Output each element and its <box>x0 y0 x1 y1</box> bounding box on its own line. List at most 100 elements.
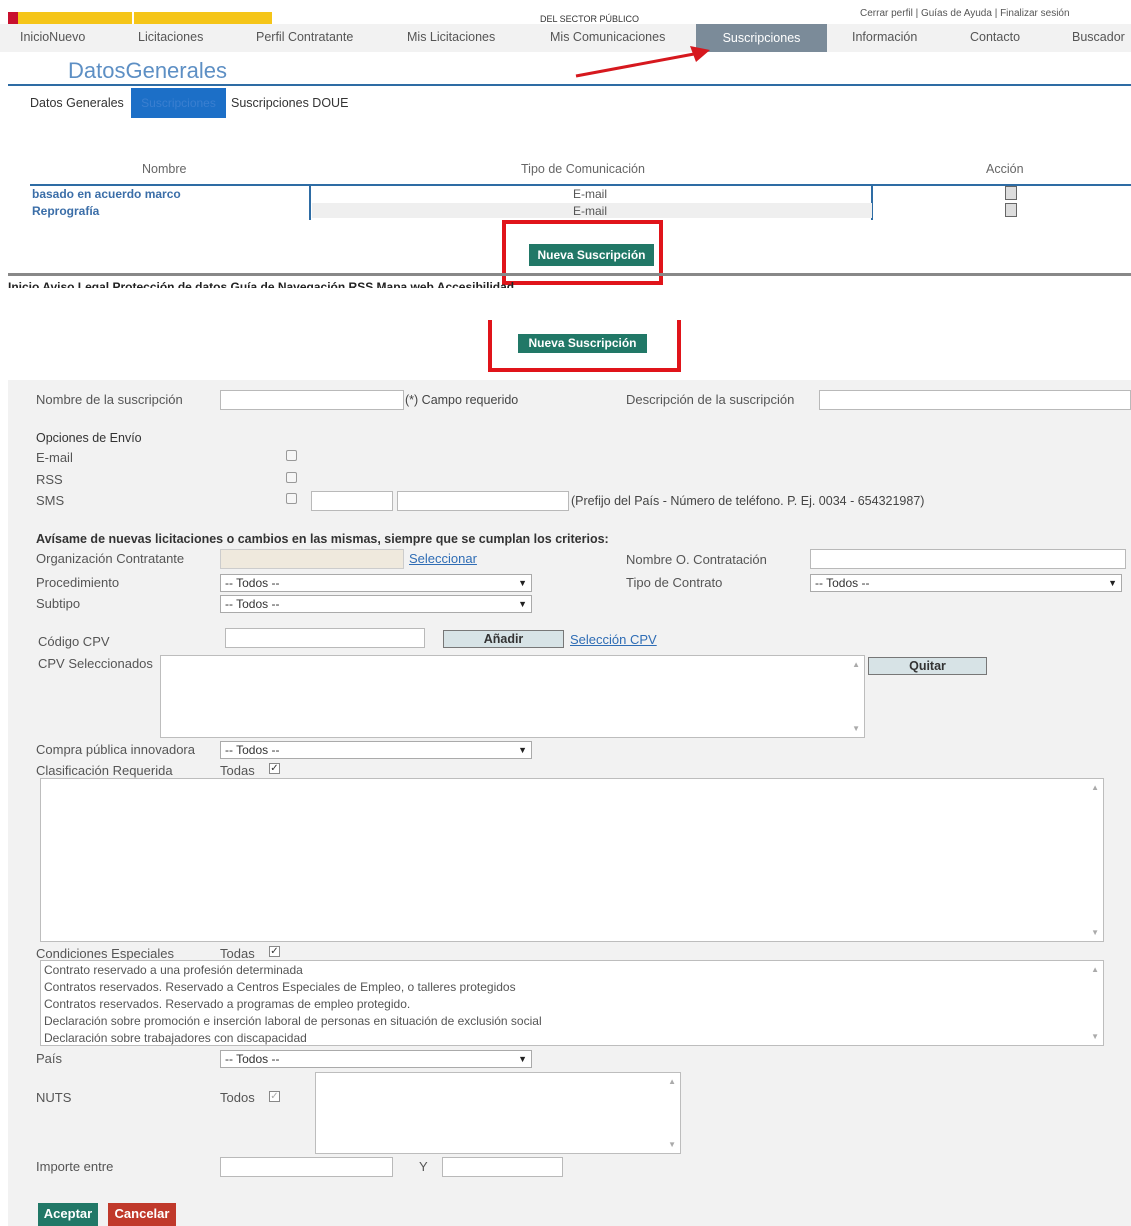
rss-checkbox[interactable] <box>286 472 297 483</box>
tipo-contrato-select[interactable]: -- Todos -- ▼ <box>810 574 1122 592</box>
procedimiento-value: -- Todos -- <box>225 576 280 590</box>
title-divider <box>8 84 1131 86</box>
scroll-up-icon[interactable]: ▲ <box>668 1077 676 1086</box>
nuts-list[interactable]: ▲ ▼ <box>315 1072 681 1154</box>
nav-mis-licitaciones[interactable]: Mis Licitaciones <box>407 30 495 44</box>
condiciones-todas-checkbox[interactable]: ✓ <box>269 946 280 957</box>
cancelar-button[interactable]: Cancelar <box>108 1203 176 1226</box>
descripcion-label: Descripción de la suscripción <box>626 392 795 407</box>
opciones-envio-heading: Opciones de Envío <box>36 431 142 445</box>
nav-perfil-contratante[interactable]: Perfil Contratante <box>256 30 353 44</box>
table-row-nombre[interactable]: Reprografía <box>32 204 99 218</box>
importe-max-input[interactable] <box>442 1157 563 1177</box>
nav-contacto[interactable]: Contacto <box>970 30 1020 44</box>
clasificacion-list[interactable]: ▲ ▼ <box>40 778 1104 942</box>
table-col-separator <box>309 186 311 220</box>
seleccionar-link[interactable]: Seleccionar <box>409 551 477 566</box>
condiciones-list[interactable]: Contrato reservado a una profesión deter… <box>40 960 1104 1046</box>
footer-links[interactable]: Inicio Aviso Legal Protección de datos G… <box>8 280 514 288</box>
scroll-up-icon[interactable]: ▲ <box>1091 783 1099 792</box>
quitar-button[interactable]: Quitar <box>868 657 987 675</box>
scroll-up-icon[interactable]: ▲ <box>852 660 860 669</box>
scroll-down-icon[interactable]: ▼ <box>1091 928 1099 937</box>
cpv-seleccionados-list[interactable]: ▲ ▼ <box>160 655 865 738</box>
list-item[interactable]: Contratos reservados. Reservado a Centro… <box>44 980 516 994</box>
list-item[interactable]: Declaración sobre promoción e inserción … <box>44 1014 542 1028</box>
dropdown-arrow-icon: ▼ <box>1108 578 1117 588</box>
scroll-down-icon[interactable]: ▼ <box>852 724 860 733</box>
clasificacion-todas-checkbox[interactable]: ✓ <box>269 763 280 774</box>
scroll-down-icon[interactable]: ▼ <box>668 1140 676 1149</box>
sms-phone-input[interactable] <box>397 491 569 511</box>
subtipo-select[interactable]: -- Todos -- ▼ <box>220 595 532 613</box>
table-row-tipo: E-mail <box>573 187 608 201</box>
dropdown-arrow-icon: ▼ <box>518 599 527 609</box>
compra-select[interactable]: -- Todos -- ▼ <box>220 741 532 759</box>
annotation-arrow-icon <box>575 46 710 78</box>
email-checkbox[interactable] <box>286 450 297 461</box>
pais-select[interactable]: -- Todos -- ▼ <box>220 1050 532 1068</box>
cpv-seleccionados-label: CPV Seleccionados <box>38 656 153 671</box>
brand-yellow-bar <box>18 12 272 24</box>
delete-icon[interactable] <box>1005 203 1017 217</box>
nuts-todos-label: Todos <box>220 1090 255 1105</box>
seleccion-cpv-link[interactable]: Selección CPV <box>570 632 657 647</box>
subtab-datos-generales[interactable]: Datos Generales <box>30 96 124 110</box>
y-label: Y <box>419 1159 428 1174</box>
nav-inicio[interactable]: InicioNuevo <box>20 30 85 44</box>
tipo-contrato-value: -- Todos -- <box>815 576 870 590</box>
subtipo-value: -- Todos -- <box>225 597 280 611</box>
dropdown-arrow-icon: ▼ <box>518 1054 527 1064</box>
sms-hint: (Prefijo del País - Número de teléfono. … <box>571 494 925 508</box>
footer-divider <box>8 273 1131 276</box>
scroll-up-icon[interactable]: ▲ <box>1091 965 1099 974</box>
nueva-suscripcion-button[interactable]: Nueva Suscripción <box>529 244 654 266</box>
importe-min-input[interactable] <box>220 1157 393 1177</box>
subtab-suscripciones-doue[interactable]: Suscripciones DOUE <box>231 96 348 110</box>
top-links[interactable]: Cerrar perfil | Guías de Ayuda | Finaliz… <box>860 8 1070 19</box>
brand-divider <box>132 12 134 24</box>
nueva-suscripcion-button[interactable]: Nueva Suscripción <box>518 334 647 353</box>
nombre-org-input[interactable] <box>810 549 1126 569</box>
sms-prefix-input[interactable] <box>311 491 393 511</box>
org-input <box>220 549 404 569</box>
dropdown-arrow-icon: ▼ <box>518 578 527 588</box>
scroll-down-icon[interactable]: ▼ <box>1091 1032 1099 1041</box>
pais-label: País <box>36 1051 63 1066</box>
nav-licitaciones[interactable]: Licitaciones <box>138 30 203 44</box>
procedimiento-select[interactable]: -- Todos -- ▼ <box>220 574 532 592</box>
criterios-heading: Avísame de nuevas licitaciones o cambios… <box>36 532 609 546</box>
sms-checkbox[interactable] <box>286 493 297 504</box>
compra-value: -- Todos -- <box>225 743 280 757</box>
subtab-suscripciones[interactable]: Suscripciones <box>131 88 226 118</box>
compra-label: Compra pública innovadora <box>36 742 195 757</box>
anadir-button[interactable]: Añadir <box>443 630 564 648</box>
list-item[interactable]: Declaración sobre trabajadores con disca… <box>44 1031 307 1045</box>
aceptar-button[interactable]: Aceptar <box>38 1203 98 1226</box>
nuts-label: NUTS <box>36 1090 72 1105</box>
org-label: Organización Contratante <box>36 551 185 566</box>
col-header-tipo: Tipo de Comunicación <box>521 162 645 176</box>
tipo-contrato-label: Tipo de Contrato <box>626 575 723 590</box>
cpv-label: Código CPV <box>38 634 110 649</box>
col-header-accion: Acción <box>986 162 1024 176</box>
nombre-input[interactable] <box>220 390 404 410</box>
delete-icon[interactable] <box>1005 186 1017 200</box>
cpv-input[interactable] <box>225 628 425 648</box>
table-header-line <box>30 184 1131 186</box>
condiciones-todas-label: Todas <box>220 946 255 961</box>
sector-text: DEL SECTOR PÚBLICO <box>540 14 640 24</box>
campo-requerido-text: (*) Campo requerido <box>405 393 519 407</box>
nav-informacion[interactable]: Información <box>852 30 917 44</box>
descripcion-input[interactable] <box>819 390 1131 410</box>
pais-value: -- Todos -- <box>225 1052 280 1066</box>
list-item[interactable]: Contratos reservados. Reservado a progra… <box>44 997 410 1011</box>
nuts-todos-checkbox[interactable]: ✓ <box>269 1091 280 1102</box>
nombre-label: Nombre de la suscripción <box>36 392 183 407</box>
table-row-tipo: E-mail <box>573 204 608 218</box>
nav-buscador[interactable]: Buscador <box>1072 30 1125 44</box>
rss-label: RSS <box>36 472 63 487</box>
list-item[interactable]: Contrato reservado a una profesión deter… <box>44 963 303 977</box>
table-row-nombre[interactable]: basado en acuerdo marco <box>32 187 181 201</box>
dropdown-arrow-icon: ▼ <box>518 745 527 755</box>
